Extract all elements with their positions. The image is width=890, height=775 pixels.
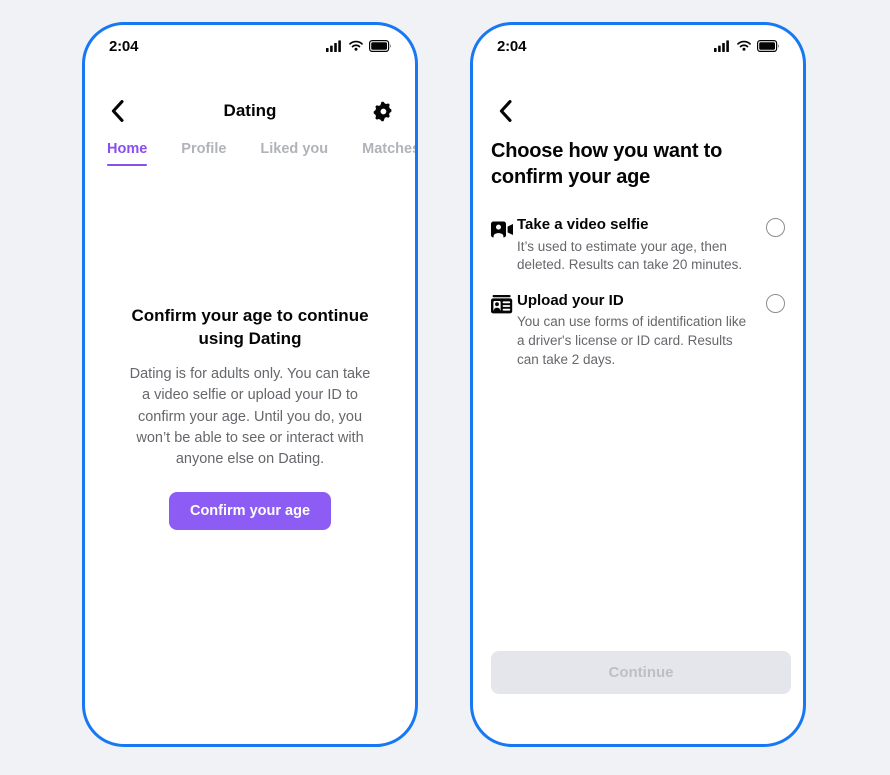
cellular-signal-icon xyxy=(326,40,341,52)
option-row-video-selfie[interactable]: Take a video selfie It’s used to estimat… xyxy=(491,215,785,291)
navigation-bar-two xyxy=(473,89,803,133)
verification-options-list: Take a video selfie It’s used to estimat… xyxy=(473,215,803,385)
tab-matches[interactable]: Matches xyxy=(362,137,415,166)
radio-video-selfie[interactable] xyxy=(766,218,785,237)
tab-bar: Home Profile Liked you Matches xyxy=(85,137,415,166)
id-card-icon xyxy=(491,295,513,314)
page-root: 2:04 Dating Home Profile Liked you Match… xyxy=(0,0,890,775)
chevron-left-icon xyxy=(499,100,512,122)
phone-mockup-two: 2:04 Choose how you want to confirm your… xyxy=(470,22,806,747)
prompt-heading: Confirm your age to continue using Datin… xyxy=(131,306,369,348)
option-text-video-selfie: Take a video selfie It’s used to estimat… xyxy=(517,215,766,275)
navigation-bar-one: Dating xyxy=(85,89,415,133)
page-title: Dating xyxy=(223,101,277,120)
cellular-signal-icon xyxy=(714,40,729,52)
status-time: 2:04 xyxy=(109,37,139,55)
status-time: 2:04 xyxy=(497,37,527,55)
confirm-age-prompt: Confirm your age to continue using Datin… xyxy=(85,305,415,530)
video-selfie-icon-wrap xyxy=(491,217,517,241)
option-title: Upload your ID xyxy=(517,291,624,309)
gear-icon xyxy=(373,101,391,121)
status-bar: 2:04 xyxy=(85,25,415,67)
choose-method-title: Choose how you want to confirm your age xyxy=(491,140,723,188)
confirm-your-age-button[interactable]: Confirm your age xyxy=(168,492,332,530)
option-description: You can use forms of identification like… xyxy=(517,314,747,367)
status-icon-group xyxy=(326,40,391,52)
tab-profile[interactable]: Profile xyxy=(181,137,226,166)
status-bar: 2:04 xyxy=(473,25,803,67)
chevron-left-icon xyxy=(111,100,124,122)
tab-home[interactable]: Home xyxy=(107,137,148,166)
battery-icon xyxy=(757,40,779,52)
tab-liked-you[interactable]: Liked you xyxy=(260,137,328,166)
back-button[interactable] xyxy=(491,97,519,125)
settings-button[interactable] xyxy=(369,97,397,125)
video-selfie-icon xyxy=(491,221,513,237)
prompt-body-text: Dating is for adults only. You can take … xyxy=(129,366,371,467)
battery-icon xyxy=(369,40,391,52)
wifi-icon xyxy=(349,40,363,51)
back-button[interactable] xyxy=(103,97,131,125)
status-icon-group xyxy=(714,40,779,52)
wifi-icon xyxy=(737,40,751,51)
option-description: It’s used to estimate your age, then del… xyxy=(517,238,743,273)
id-card-icon-wrap xyxy=(491,293,517,317)
option-title: Take a video selfie xyxy=(517,216,649,233)
option-text-upload-id: Upload your ID You can use forms of iden… xyxy=(517,291,766,369)
option-row-upload-id[interactable]: Upload your ID You can use forms of iden… xyxy=(491,291,785,385)
continue-button[interactable]: Continue xyxy=(491,651,791,694)
radio-upload-id[interactable] xyxy=(766,293,785,313)
phone-mockup-one: 2:04 Dating Home Profile Liked you Match… xyxy=(82,22,418,747)
